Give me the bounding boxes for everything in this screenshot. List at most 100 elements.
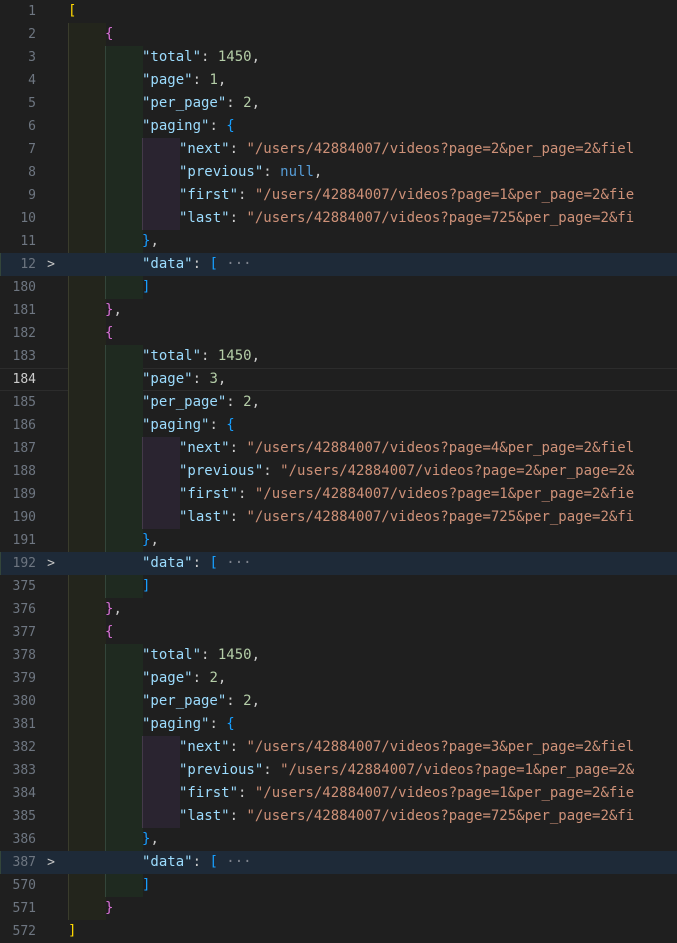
line-number: 187 [12, 441, 36, 456]
code-text: "paging": { [142, 713, 235, 736]
token: : [229, 509, 247, 525]
indent-guide [68, 23, 106, 46]
code-line[interactable]: 3 "total": 1450, [0, 46, 677, 69]
code-line[interactable]: 191}, [0, 529, 677, 552]
token: "total" [142, 348, 202, 364]
token: "data" [142, 555, 193, 571]
code-line[interactable]: 184 "page": 3, [0, 368, 677, 391]
token: : [263, 164, 281, 180]
code-editor[interactable]: 1[2{3 "total": 1450, 4 "page": 1, 5 "per_page… [0, 0, 677, 942]
code-text: } [105, 897, 113, 920]
code-line[interactable]: 379 "page": 2, [0, 667, 677, 690]
indent-guide [68, 644, 106, 667]
code-text: "data": [ ··· [142, 552, 252, 575]
token: "next" [179, 739, 230, 755]
indent-guide [68, 667, 106, 690]
token: , [251, 394, 261, 410]
code-line[interactable]: 4 "page": 1, [0, 69, 677, 92]
line-number: 8 [28, 165, 36, 180]
code-line[interactable]: 572] [0, 920, 677, 943]
token: "/users/42884007/videos?page=3&per_page=… [246, 739, 635, 755]
code-line[interactable]: 387 > "data": [ ··· [0, 851, 677, 874]
token: "first" [179, 187, 239, 203]
indent-guide [142, 782, 180, 805]
code-line[interactable]: 375] [0, 575, 677, 598]
code-line[interactable]: 382 "next": "/users/42884007/videos?page=… [0, 736, 677, 759]
code-line[interactable]: 185 "per_page": 2, [0, 391, 677, 414]
code-line[interactable]: 190 "last": "/users/42884007/videos?page=… [0, 506, 677, 529]
code-line[interactable]: 12 > "data": [ ··· [0, 253, 677, 276]
code-line[interactable]: 385 "last": "/users/42884007/videos?page=… [0, 805, 677, 828]
token: "next" [179, 440, 230, 456]
code-line[interactable]: 2{ [0, 23, 677, 46]
code-line[interactable]: 189 "first": "/users/42884007/videos?page… [0, 483, 677, 506]
line-number: 383 [12, 763, 36, 778]
code-line[interactable]: 186 "paging": { [0, 414, 677, 437]
indent-guide [68, 368, 106, 391]
line-number: 572 [12, 924, 36, 939]
code-line[interactable]: 377 { [0, 621, 677, 644]
token: "/users/42884007/videos?page=725&per_pag… [246, 210, 635, 226]
indent-guide [68, 184, 106, 207]
code-line[interactable]: 9 "first": "/users/42884007/videos?page=1… [0, 184, 677, 207]
line-number: 1 [28, 4, 36, 19]
line-number: 183 [12, 349, 36, 364]
code-line[interactable]: 6 "paging": { [0, 115, 677, 138]
code-line[interactable]: 380 "per_page": 2, [0, 690, 677, 713]
code-text: "first": "/users/42884007/videos?page=1&… [179, 184, 634, 207]
indent-guide [105, 184, 143, 207]
token: "/users/42884007/videos?page=725&per_pag… [246, 808, 635, 824]
token: "data" [142, 256, 193, 272]
token: [ [209, 256, 218, 272]
code-text: }, [142, 828, 159, 851]
token: "/users/42884007/videos?page=2&per_page=… [246, 141, 635, 157]
token: ··· [217, 256, 252, 272]
token: : [226, 693, 244, 709]
token: : [209, 716, 227, 732]
code-line[interactable]: 188 "previous": "/users/42884007/videos?p… [0, 460, 677, 483]
code-line[interactable]: 181}, [0, 299, 677, 322]
code-line[interactable]: 182 { [0, 322, 677, 345]
code-line[interactable]: 1[ [0, 0, 677, 23]
code-line[interactable]: 571} [0, 897, 677, 920]
indent-guide [0, 552, 38, 575]
code-line[interactable]: 183 "total": 1450, [0, 345, 677, 368]
code-line[interactable]: 386}, [0, 828, 677, 851]
code-line[interactable]: 10 "last": "/users/42884007/videos?page=7… [0, 207, 677, 230]
code-line[interactable]: 384 "first": "/users/42884007/videos?page… [0, 782, 677, 805]
code-text: "last": "/users/42884007/videos?page=725… [179, 207, 634, 230]
code-line[interactable]: 378 "total": 1450, [0, 644, 677, 667]
token: 2 [209, 670, 218, 686]
code-line[interactable]: 5 "per_page": 2, [0, 92, 677, 115]
indent-guide [105, 828, 143, 851]
indent-guide [105, 276, 143, 299]
code-line[interactable]: 8 "previous": null, [0, 161, 677, 184]
code-text: "per_page": 2, [142, 92, 260, 115]
token: : [192, 854, 210, 870]
code-line[interactable]: 376}, [0, 598, 677, 621]
chevron-right-icon[interactable]: > [44, 552, 58, 575]
code-line[interactable]: 381 "paging": { [0, 713, 677, 736]
code-line[interactable]: 192 > "data": [ ··· [0, 552, 677, 575]
code-text: "page": 2, [142, 667, 226, 690]
indent-guide [105, 529, 143, 552]
indent-guide [105, 230, 143, 253]
chevron-right-icon[interactable]: > [44, 253, 58, 276]
indent-guide [142, 184, 180, 207]
code-line[interactable]: 187 "next": "/users/42884007/videos?page=… [0, 437, 677, 460]
indent-guide [105, 115, 143, 138]
token: "total" [142, 647, 202, 663]
code-line[interactable]: 7 "next": "/users/42884007/videos?page=2&… [0, 138, 677, 161]
code-line[interactable]: 570] [0, 874, 677, 897]
code-line[interactable]: 383 "previous": "/users/42884007/videos?p… [0, 759, 677, 782]
line-number: 181 [12, 303, 36, 318]
indent-guide [105, 759, 143, 782]
indent-guide [105, 874, 143, 897]
line-number: 6 [28, 119, 36, 134]
chevron-right-icon[interactable]: > [44, 851, 58, 874]
code-line[interactable]: 180] [0, 276, 677, 299]
code-line[interactable]: 11}, [0, 230, 677, 253]
indent-guide [105, 345, 143, 368]
indent-guide [68, 506, 106, 529]
code-text: "next": "/users/42884007/videos?page=4&p… [179, 437, 634, 460]
